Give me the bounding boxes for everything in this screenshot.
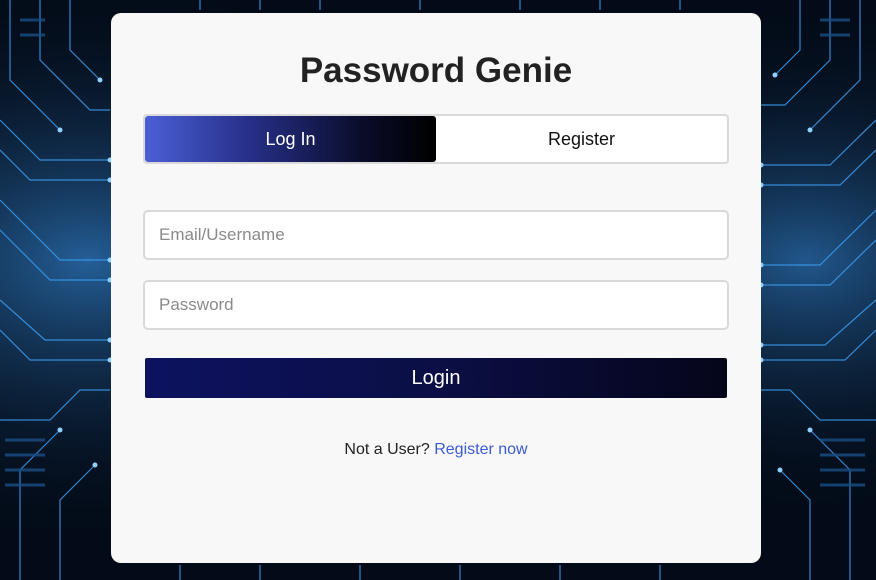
register-now-link[interactable]: Register now bbox=[434, 441, 527, 458]
register-prompt: Not a User? Register now bbox=[111, 441, 761, 459]
email-username-input[interactable] bbox=[143, 210, 729, 260]
password-input[interactable] bbox=[143, 280, 729, 330]
tab-register[interactable]: Register bbox=[436, 116, 727, 162]
app-title: Password Genie bbox=[299, 51, 573, 90]
auth-tabs: Log In Register bbox=[143, 114, 729, 164]
tab-log-in[interactable]: Log In bbox=[145, 116, 436, 162]
login-card: Password Genie Log In Register Login Not… bbox=[111, 13, 761, 563]
register-prompt-text: Not a User? bbox=[344, 441, 430, 458]
login-button[interactable]: Login bbox=[145, 358, 727, 398]
